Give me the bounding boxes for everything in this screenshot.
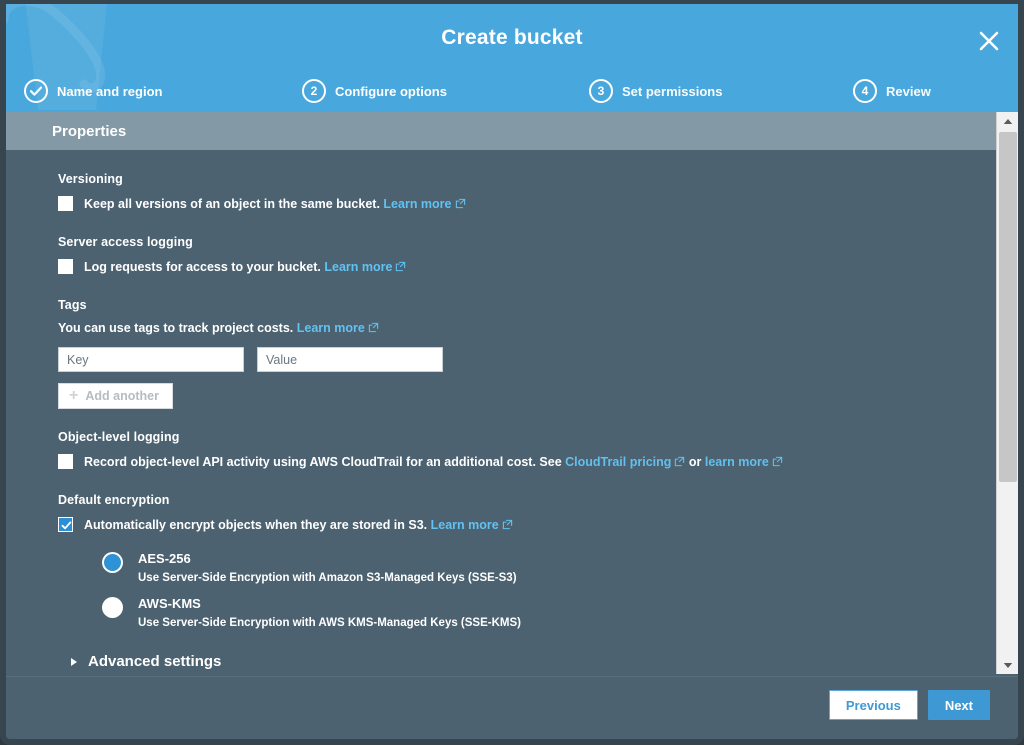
next-button[interactable]: Next <box>927 690 990 720</box>
tags-description-text: You can use tags to track project costs. <box>58 321 294 335</box>
advanced-settings-toggle[interactable]: Advanced settings <box>58 653 996 670</box>
external-link-icon <box>395 260 406 277</box>
server-access-logging-group: Server access logging Log requests for a… <box>58 235 996 277</box>
external-link-icon <box>772 455 783 472</box>
external-link-icon <box>674 455 685 472</box>
default-encryption-checkbox[interactable] <box>58 517 73 532</box>
object-level-logging-label-text: Record object-level API activity using A… <box>84 455 562 469</box>
step-number-2: 2 <box>302 79 326 103</box>
content-scrollbar[interactable] <box>996 112 1018 674</box>
advanced-settings-label: Advanced settings <box>88 653 222 670</box>
step-number-4: 4 <box>853 79 877 103</box>
step-review[interactable]: 4 Review <box>853 74 931 108</box>
tag-value-input[interactable] <box>257 347 443 372</box>
object-level-logging-group: Object-level logging Record object-level… <box>58 430 996 472</box>
server-access-logging-label: Log requests for access to your bucket. … <box>84 258 406 277</box>
dialog-header: Create bucket Name and region 2 Configur… <box>6 4 1018 112</box>
default-encryption-row: Automatically encrypt objects when they … <box>58 516 996 535</box>
scrollbar-thumb[interactable] <box>999 132 1017 482</box>
versioning-group: Versioning Keep all versions of an objec… <box>58 172 996 214</box>
tags-group: Tags You can use tags to track project c… <box>58 298 996 409</box>
step-indicator: Name and region 2 Configure options 3 Se… <box>6 74 1018 108</box>
step-label-4: Review <box>886 83 931 99</box>
step-label-3: Set permissions <box>622 83 723 99</box>
awskms-text-block: AWS-KMS Use Server-Side Encryption with … <box>138 596 521 631</box>
tag-key-input[interactable] <box>58 347 244 372</box>
dialog-content: Versioning Keep all versions of an objec… <box>6 150 996 674</box>
versioning-label-text: Keep all versions of an object in the sa… <box>84 197 380 211</box>
aes256-label: AES-256 <box>138 551 191 566</box>
default-encryption-group: Default encryption Automatically encrypt… <box>58 493 996 631</box>
step-check-icon <box>24 79 48 103</box>
properties-section-header: Properties <box>6 112 1018 150</box>
triangle-down-icon[interactable] <box>997 656 1018 674</box>
object-level-logging-row: Record object-level API activity using A… <box>58 453 996 472</box>
awskms-radio[interactable] <box>102 597 123 618</box>
versioning-row: Keep all versions of an object in the sa… <box>58 195 996 214</box>
step-label-2: Configure options <box>335 83 447 99</box>
server-access-logging-label-text: Log requests for access to your bucket. <box>84 260 321 274</box>
aes256-radio[interactable] <box>102 552 123 573</box>
properties-label: Properties <box>52 122 127 140</box>
encryption-option-aes256[interactable]: AES-256 Use Server-Side Encryption with … <box>102 551 996 586</box>
versioning-label: Keep all versions of an object in the sa… <box>84 195 466 214</box>
awskms-description: Use Server-Side Encryption with AWS KMS-… <box>138 617 521 629</box>
add-another-button[interactable]: + Add another <box>58 383 173 409</box>
tags-title: Tags <box>58 298 87 312</box>
cloudtrail-pricing-link[interactable]: CloudTrail pricing <box>565 455 685 469</box>
create-bucket-dialog: Create bucket Name and region 2 Configur… <box>0 0 1024 745</box>
server-access-logging-learn-more-link[interactable]: Learn more <box>324 260 406 274</box>
server-access-logging-title: Server access logging <box>58 235 193 249</box>
default-encryption-label: Automatically encrypt objects when they … <box>84 516 513 535</box>
object-level-logging-checkbox[interactable] <box>58 454 73 469</box>
chevron-right-icon <box>71 657 77 666</box>
add-another-label: Add another <box>85 389 159 403</box>
default-encryption-learn-more-link[interactable]: Learn more <box>431 518 513 532</box>
external-link-icon <box>502 518 513 535</box>
tags-learn-more-link[interactable]: Learn more <box>297 321 379 335</box>
aes256-description: Use Server-Side Encryption with Amazon S… <box>138 572 517 584</box>
step-set-permissions[interactable]: 3 Set permissions <box>589 74 722 108</box>
tags-description: You can use tags to track project costs.… <box>58 321 996 336</box>
object-level-logging-learn-link-text: learn more <box>704 455 769 469</box>
checkmark-icon <box>61 521 72 530</box>
cloudtrail-pricing-link-text: CloudTrail pricing <box>565 455 672 469</box>
tags-link-text: Learn more <box>296 321 365 335</box>
footer-button-group: Previous Next <box>828 690 990 720</box>
aes256-text-block: AES-256 Use Server-Side Encryption with … <box>138 551 517 586</box>
object-level-logging-learn-more-link[interactable]: learn more <box>705 455 783 469</box>
default-encryption-title: Default encryption <box>58 493 170 507</box>
default-encryption-link-text: Learn more <box>430 518 499 532</box>
external-link-icon <box>455 197 466 214</box>
encryption-options-list: AES-256 Use Server-Side Encryption with … <box>102 551 996 631</box>
step-name-and-region[interactable]: Name and region <box>24 74 162 108</box>
step-configure-options[interactable]: 2 Configure options <box>302 74 447 108</box>
object-level-logging-between-text: or <box>688 455 702 469</box>
dialog-footer: Previous Next <box>6 676 1018 739</box>
versioning-title: Versioning <box>58 172 123 186</box>
step-label-1: Name and region <box>57 83 163 99</box>
step-number-3: 3 <box>589 79 613 103</box>
versioning-learn-more-link[interactable]: Learn more <box>383 197 465 211</box>
server-access-logging-checkbox[interactable] <box>58 259 73 274</box>
server-access-logging-link-text: Learn more <box>324 260 393 274</box>
encryption-option-awskms[interactable]: AWS-KMS Use Server-Side Encryption with … <box>102 596 996 631</box>
awskms-label: AWS-KMS <box>138 596 201 611</box>
plus-icon: + <box>69 387 79 404</box>
dialog-title: Create bucket <box>441 26 583 49</box>
versioning-checkbox[interactable] <box>58 196 73 211</box>
close-icon[interactable] <box>972 24 1006 58</box>
external-link-icon <box>368 322 379 336</box>
object-level-logging-title: Object-level logging <box>58 430 180 444</box>
previous-button[interactable]: Previous <box>828 690 918 720</box>
versioning-link-text: Learn more <box>383 197 452 211</box>
object-level-logging-label: Record object-level API activity using A… <box>84 453 783 472</box>
triangle-up-icon[interactable] <box>997 112 1018 130</box>
tag-input-row <box>58 347 996 372</box>
server-access-logging-row: Log requests for access to your bucket. … <box>58 258 996 277</box>
default-encryption-label-text: Automatically encrypt objects when they … <box>84 518 428 532</box>
